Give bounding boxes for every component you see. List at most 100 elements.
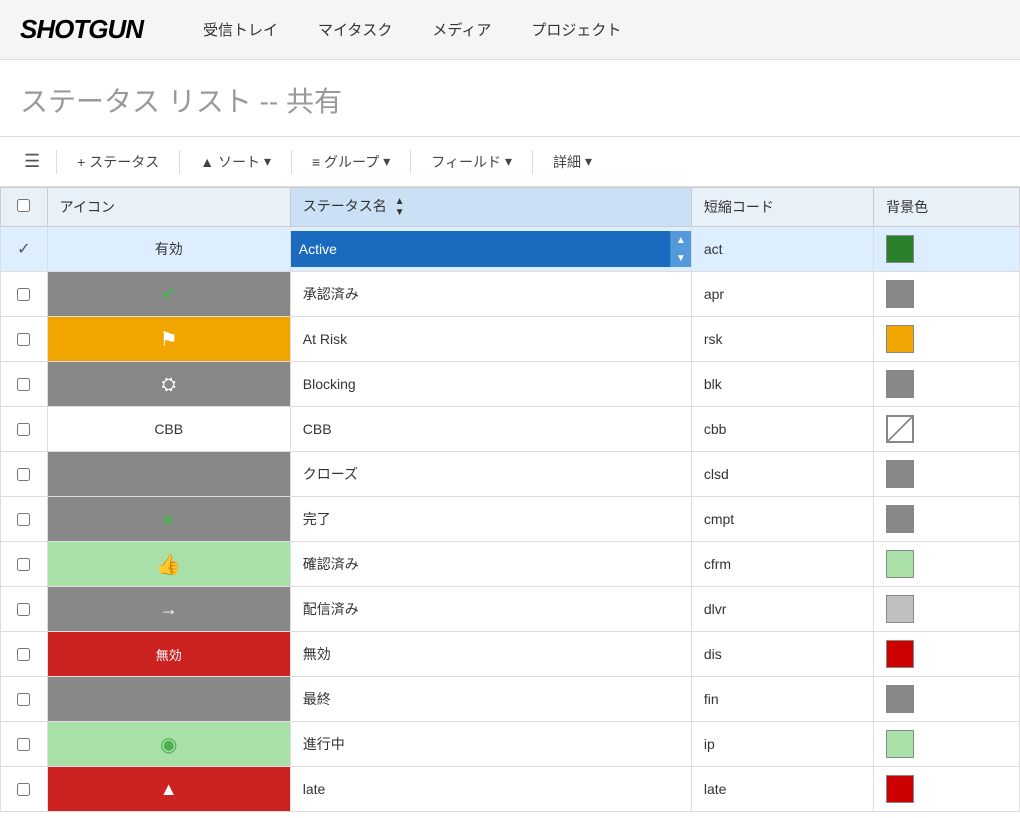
table-row[interactable]: CBBCBBcbb [1,407,1020,452]
color-swatch[interactable] [886,685,914,713]
icon-cell: ▲ [48,767,290,811]
row-checkmark: ✓ [17,239,30,259]
row-color-cell[interactable] [874,362,1020,407]
header-name[interactable]: ステータス名 ▲▼ [290,188,691,227]
row-code-cell: cbb [691,407,873,452]
row-color-cell[interactable] [874,452,1020,497]
row-checkbox[interactable] [17,693,30,706]
row-color-cell[interactable] [874,722,1020,767]
list-view-icon[interactable]: ☰ [16,145,48,178]
icon-symbol: → [160,599,178,620]
row-checkbox-cell [1,722,48,767]
color-swatch-wrapper [874,362,1019,406]
row-color-cell[interactable] [874,317,1020,362]
icon-symbol: ⚑ [160,327,178,352]
table-row[interactable]: ⚑At Riskrsk [1,317,1020,362]
row-name-cell[interactable]: ▲ ▼ [290,227,691,272]
color-swatch[interactable] [886,775,914,803]
row-checkbox[interactable] [17,333,30,346]
spin-up[interactable]: ▲ [671,231,691,249]
sort-arrows-name: ▲▼ [395,196,405,218]
row-checkbox[interactable] [17,513,30,526]
row-checkbox[interactable] [17,468,30,481]
row-checkbox[interactable] [17,378,30,391]
field-button[interactable]: フィールド ▾ [419,146,524,178]
row-color-cell[interactable] [874,497,1020,542]
table-row[interactable]: ●完了cmpt [1,497,1020,542]
nav-inbox[interactable]: 受信トレイ [183,0,298,60]
row-name-cell[interactable]: 配信済み [290,587,691,632]
row-name-cell[interactable]: Blocking [290,362,691,407]
sort-button[interactable]: ▲ ソート ▾ [188,146,283,178]
row-checkbox[interactable] [17,783,30,796]
table-row[interactable]: ●クローズclsd [1,452,1020,497]
separator-3 [291,150,292,174]
row-name-cell[interactable]: late [290,767,691,812]
table-row[interactable]: ◉進行中ip [1,722,1020,767]
color-swatch[interactable] [886,550,914,578]
row-checkbox[interactable] [17,288,30,301]
row-name-cell[interactable]: 最終 [290,677,691,722]
color-swatch[interactable] [886,415,914,443]
row-color-cell[interactable] [874,677,1020,722]
color-swatch[interactable] [886,280,914,308]
table-row[interactable]: ●最終fin [1,677,1020,722]
color-swatch[interactable] [886,640,914,668]
nav-projects[interactable]: プロジェクト [511,0,641,60]
code-value: cbb [692,407,873,451]
row-color-cell[interactable] [874,272,1020,317]
header-checkbox[interactable] [1,188,48,227]
nav-mytasks[interactable]: マイタスク [298,0,412,60]
color-swatch[interactable] [886,235,914,263]
row-name-cell[interactable]: 承認済み [290,272,691,317]
code-value: cmpt [692,497,873,541]
spin-down[interactable]: ▼ [671,249,691,267]
name-edit-input[interactable] [291,231,670,267]
row-color-cell[interactable] [874,587,1020,632]
row-checkbox[interactable] [17,558,30,571]
row-checkbox[interactable] [17,423,30,436]
row-name-cell[interactable]: クローズ [290,452,691,497]
row-name-cell[interactable]: 無効 [290,632,691,677]
row-name-cell[interactable]: At Risk [290,317,691,362]
color-swatch-wrapper [874,722,1019,766]
color-swatch-wrapper [874,227,1019,271]
row-icon-cell: ▲ [47,767,290,812]
row-name-cell[interactable]: 進行中 [290,722,691,767]
row-color-cell[interactable] [874,407,1020,452]
table-row[interactable]: ▲latelate [1,767,1020,812]
row-color-cell[interactable] [874,632,1020,677]
color-swatch[interactable] [886,460,914,488]
table-row[interactable]: ⛭Blockingblk [1,362,1020,407]
table-row[interactable]: 無効無効dis [1,632,1020,677]
add-status-button[interactable]: + ステータス [65,146,171,178]
row-name-cell[interactable]: CBB [290,407,691,452]
row-checkbox-cell [1,272,48,317]
detail-button[interactable]: 詳細 ▾ [541,146,604,178]
row-name-cell[interactable]: 完了 [290,497,691,542]
name-value: 無効 [291,632,691,676]
row-name-cell[interactable]: 確認済み [290,542,691,587]
color-swatch[interactable] [886,505,914,533]
row-checkbox[interactable] [17,603,30,616]
icon-symbol: ● [163,464,174,485]
color-swatch[interactable] [886,370,914,398]
select-all-checkbox[interactable] [17,199,30,212]
row-icon-cell: ◉ [47,722,290,767]
row-color-cell[interactable] [874,542,1020,587]
row-code-cell: apr [691,272,873,317]
table-row[interactable]: →配信済みdlvr [1,587,1020,632]
row-checkbox[interactable] [17,648,30,661]
row-color-cell[interactable] [874,227,1020,272]
table-row[interactable]: ✓有効 ▲ ▼ act [1,227,1020,272]
table-row[interactable]: 👍確認済みcfrm [1,542,1020,587]
color-swatch[interactable] [886,595,914,623]
nav-media[interactable]: メディア [412,0,511,60]
color-swatch[interactable] [886,730,914,758]
icon-bg-red: ▲ [48,767,290,811]
color-swatch[interactable] [886,325,914,353]
table-row[interactable]: ✔承認済みapr [1,272,1020,317]
row-checkbox[interactable] [17,738,30,751]
row-color-cell[interactable] [874,767,1020,812]
group-button[interactable]: ≡ グループ ▾ [300,146,402,178]
